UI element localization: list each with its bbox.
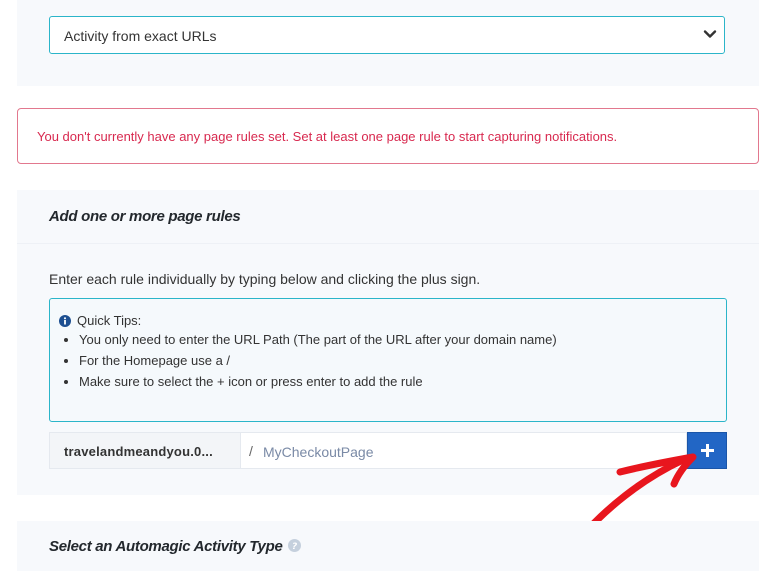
page-rules-header: Add one or more page rules: [17, 190, 759, 244]
svg-text:?: ?: [292, 542, 297, 552]
quick-tips-header: Quick Tips:: [59, 313, 141, 328]
activity-source-value: Activity from exact URLs: [64, 28, 217, 44]
list-item: Make sure to select the + icon or press …: [79, 371, 557, 392]
activity-type-title: Select an Automagic Activity Type ?: [49, 538, 301, 555]
domain-text: travelandmeandyou.0...: [64, 444, 213, 459]
page-rules-title: Add one or more page rules: [49, 208, 241, 225]
activity-type-panel: Select an Automagic Activity Type ?: [17, 521, 759, 571]
page-rules-instructions: Enter each rule individually by typing b…: [49, 271, 481, 287]
quick-tips-label: Quick Tips:: [77, 313, 142, 328]
chevron-down-icon: [703, 30, 717, 38]
activity-source-select[interactable]: Activity from exact URLs: [49, 16, 725, 54]
help-icon[interactable]: ?: [287, 539, 301, 552]
info-icon: [59, 315, 71, 327]
no-rules-alert: You don't currently have any page rules …: [17, 108, 759, 164]
domain-prefix: travelandmeandyou.0...: [49, 432, 241, 469]
activity-type-title-text: Select an Automagic Activity Type: [49, 538, 283, 555]
path-slash: /: [249, 443, 253, 459]
quick-tips-list: You only need to enter the URL Path (The…: [59, 329, 557, 392]
quick-tips-box: Quick Tips: You only need to enter the U…: [49, 298, 727, 422]
alert-message: You don't currently have any page rules …: [37, 129, 618, 144]
list-item: For the Homepage use a /: [79, 350, 557, 371]
list-item: You only need to enter the URL Path (The…: [79, 329, 557, 350]
